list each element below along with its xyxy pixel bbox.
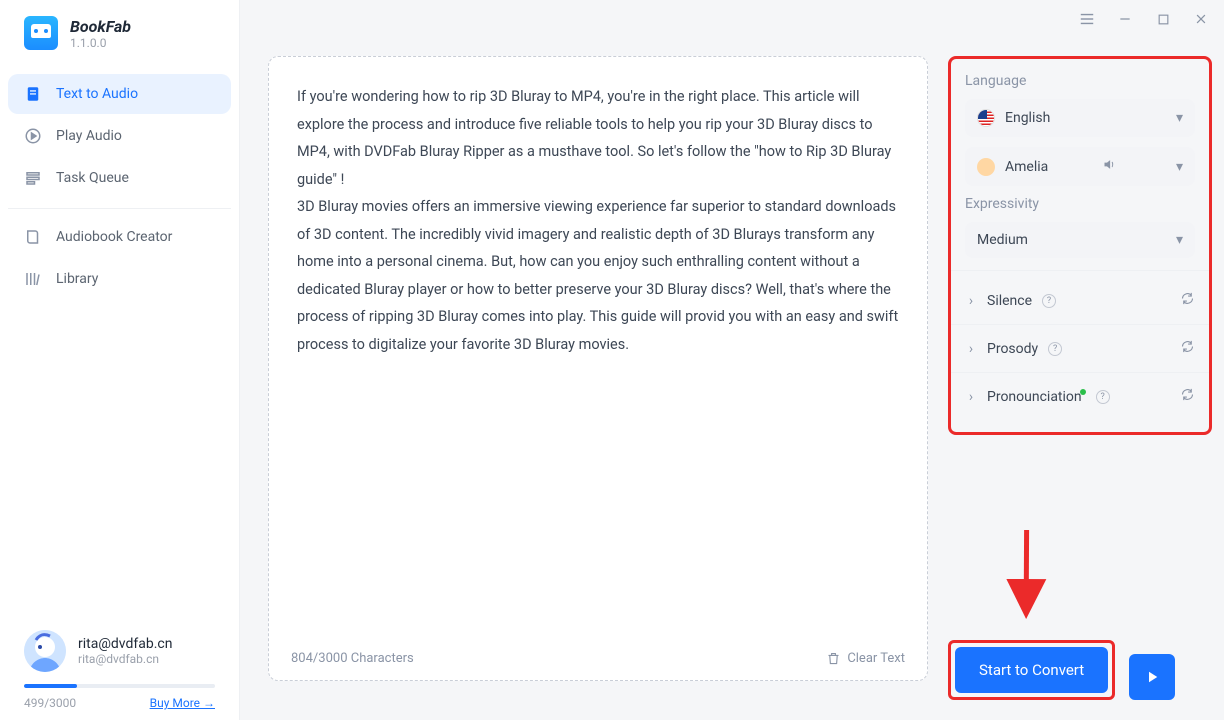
sidebar-item-task-queue[interactable]: Task Queue bbox=[8, 158, 231, 198]
settings-column: Language English ▾ Amelia ▾ Expressivity… bbox=[948, 56, 1212, 704]
chevron-down-icon: ▾ bbox=[1176, 159, 1183, 175]
sidebar-item-label: Text to Audio bbox=[56, 86, 138, 102]
close-icon[interactable] bbox=[1192, 10, 1210, 28]
clear-text-label: Clear Text bbox=[847, 651, 905, 666]
account-email-secondary: rita@dvdfab.cn bbox=[78, 652, 173, 666]
maximize-icon[interactable] bbox=[1154, 10, 1172, 28]
play-circle-icon bbox=[24, 127, 42, 145]
sidebar-item-text-to-audio[interactable]: Text to Audio bbox=[8, 74, 231, 114]
sidebar-footer: rita@dvdfab.cn rita@dvdfab.cn 499/3000 B… bbox=[24, 630, 215, 710]
chevron-right-icon: › bbox=[965, 341, 977, 357]
sidebar-item-audiobook-creator[interactable]: Audiobook Creator bbox=[8, 217, 231, 257]
sidebar-item-label: Play Audio bbox=[56, 128, 122, 144]
quota-text: 499/3000 bbox=[24, 696, 76, 710]
pronunciation-label: Pronounciation bbox=[987, 389, 1082, 405]
help-icon[interactable]: ? bbox=[1096, 390, 1110, 404]
annotation-arrow-icon bbox=[973, 516, 1082, 630]
prosody-section[interactable]: › Prosody ? bbox=[965, 331, 1195, 366]
text-paragraph-1: If you're wondering how to rip 3D Bluray… bbox=[297, 83, 899, 193]
separator bbox=[951, 372, 1209, 373]
nav-separator bbox=[8, 208, 231, 209]
sidebar-item-library[interactable]: Library bbox=[8, 259, 231, 299]
clear-text-button[interactable]: Clear Text bbox=[826, 651, 905, 666]
separator bbox=[951, 324, 1209, 325]
buy-more-link[interactable]: Buy More → bbox=[150, 696, 215, 710]
menu-icon[interactable] bbox=[1078, 10, 1096, 28]
book-icon bbox=[24, 228, 42, 246]
account-block[interactable]: rita@dvdfab.cn rita@dvdfab.cn bbox=[24, 630, 215, 672]
text-panel: If you're wondering how to rip 3D Bluray… bbox=[268, 56, 928, 681]
cta-row: Start to Convert bbox=[948, 630, 1212, 704]
language-value: English bbox=[1005, 110, 1050, 126]
cta-highlight: Start to Convert bbox=[948, 640, 1115, 700]
main-area: If you're wondering how to rip 3D Bluray… bbox=[240, 0, 1224, 720]
expressivity-value: Medium bbox=[977, 232, 1028, 248]
sidebar: BookFab 1.1.0.0 Text to Audio Play Audio… bbox=[0, 0, 240, 720]
sidebar-item-label: Audiobook Creator bbox=[56, 229, 172, 245]
help-icon[interactable]: ? bbox=[1048, 342, 1062, 356]
char-counter: 804/3000 Characters bbox=[291, 651, 414, 666]
sidebar-item-play-audio[interactable]: Play Audio bbox=[8, 116, 231, 156]
text-paragraph-2: 3D Bluray movies offers an immersive vie… bbox=[297, 193, 899, 358]
separator bbox=[951, 270, 1209, 271]
sidebar-item-label: Task Queue bbox=[56, 170, 129, 186]
app-title: BookFab bbox=[70, 17, 131, 36]
refresh-icon[interactable] bbox=[1180, 339, 1195, 358]
app-logo-icon bbox=[24, 16, 58, 50]
chevron-right-icon: › bbox=[965, 389, 977, 405]
library-icon bbox=[24, 270, 42, 288]
quota-bar bbox=[24, 684, 215, 688]
text-input-area[interactable]: If you're wondering how to rip 3D Bluray… bbox=[269, 57, 927, 637]
voice-avatar-icon bbox=[977, 158, 995, 176]
account-email-primary: rita@dvdfab.cn bbox=[78, 636, 173, 652]
minimize-icon[interactable] bbox=[1116, 10, 1134, 28]
expressivity-select[interactable]: Medium ▾ bbox=[965, 222, 1195, 258]
app-version: 1.1.0.0 bbox=[70, 36, 131, 50]
window-controls bbox=[1078, 10, 1210, 28]
voice-select[interactable]: Amelia ▾ bbox=[965, 147, 1195, 186]
silence-label: Silence bbox=[987, 293, 1032, 309]
prosody-label: Prosody bbox=[987, 341, 1038, 357]
expressivity-label: Expressivity bbox=[965, 196, 1195, 212]
refresh-icon[interactable] bbox=[1180, 291, 1195, 310]
chevron-down-icon: ▾ bbox=[1176, 232, 1183, 248]
language-label: Language bbox=[965, 73, 1195, 89]
refresh-icon[interactable] bbox=[1180, 387, 1195, 406]
primary-nav: Text to Audio Play Audio Task Queue Audi… bbox=[0, 68, 239, 307]
sidebar-item-label: Library bbox=[56, 271, 98, 287]
voice-value: Amelia bbox=[1005, 159, 1048, 175]
document-icon bbox=[24, 85, 42, 103]
silence-section[interactable]: › Silence ? bbox=[965, 283, 1195, 318]
avatar bbox=[24, 630, 66, 672]
status-dot-icon bbox=[1080, 389, 1086, 395]
trash-icon bbox=[826, 651, 841, 666]
play-preview-button[interactable] bbox=[1129, 654, 1175, 700]
help-icon[interactable]: ? bbox=[1042, 294, 1056, 308]
text-footer: 804/3000 Characters Clear Text bbox=[269, 637, 927, 680]
pronunciation-section[interactable]: › Pronounciation ? bbox=[965, 379, 1195, 414]
queue-icon bbox=[24, 169, 42, 187]
quota-fill bbox=[24, 684, 77, 688]
chevron-down-icon: ▾ bbox=[1176, 110, 1183, 126]
sound-preview-icon[interactable] bbox=[1102, 157, 1117, 176]
start-convert-button[interactable]: Start to Convert bbox=[955, 647, 1108, 693]
app-logo-block: BookFab 1.1.0.0 bbox=[0, 0, 239, 68]
language-select[interactable]: English ▾ bbox=[965, 99, 1195, 137]
chevron-right-icon: › bbox=[965, 293, 977, 309]
settings-box-highlight: Language English ▾ Amelia ▾ Expressivity… bbox=[948, 56, 1212, 435]
flag-us-icon bbox=[977, 109, 995, 127]
